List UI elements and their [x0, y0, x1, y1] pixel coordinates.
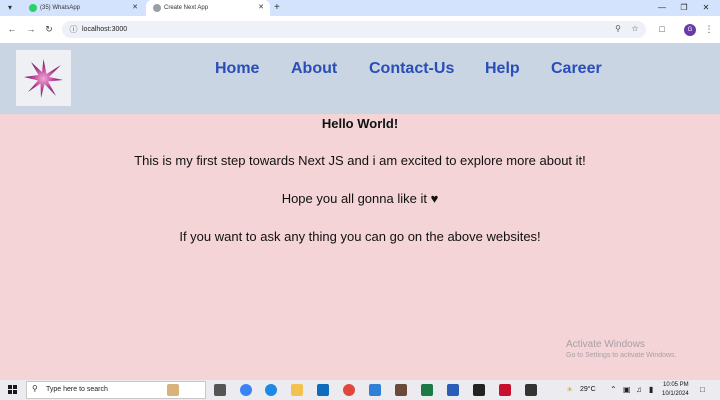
nav-contact-us[interactable]: Contact-Us: [369, 60, 454, 78]
hope-text-label: Hope you all gonna like it: [281, 191, 427, 206]
more-menu-icon[interactable]: ⋮: [703, 23, 715, 35]
globe-favicon-icon: [153, 4, 161, 12]
nav-home[interactable]: Home: [215, 60, 259, 78]
watermark-title: Activate Windows: [566, 339, 645, 350]
nav-help[interactable]: Help: [485, 60, 520, 78]
vscode-icon[interactable]: [369, 384, 381, 396]
star-logo-icon: [24, 59, 63, 98]
nav-career[interactable]: Career: [551, 60, 602, 78]
url-input[interactable]: ⓘ localhost:3000 ⚲ ☆: [62, 21, 646, 38]
task-view-icon[interactable]: [214, 384, 226, 396]
taskbar-search-input[interactable]: ⚲ Type here to search: [26, 381, 206, 399]
profile-avatar[interactable]: G: [684, 24, 696, 36]
url-text: localhost:3000: [82, 26, 128, 33]
page-content: Hello World! This is my first step towar…: [0, 114, 720, 380]
minimize-icon[interactable]: —: [655, 0, 669, 16]
zoom-icon[interactable]: ⚲: [612, 23, 624, 35]
chrome-icon[interactable]: [343, 384, 355, 396]
clock-time[interactable]: 10:05 PM: [663, 382, 689, 388]
hope-text: Hope you all gonna like it ♥: [0, 191, 720, 206]
edge-icon[interactable]: [265, 384, 277, 396]
app-icon[interactable]: [525, 384, 537, 396]
weather-temp[interactable]: 29°C: [580, 386, 596, 393]
excel-icon[interactable]: [421, 384, 433, 396]
page-heading: Hello World!: [321, 116, 399, 131]
activate-windows-watermark: Activate Windows Go to Settings to activ…: [566, 339, 677, 359]
intro-text: This is my first step towards Next JS an…: [134, 153, 586, 168]
whatsapp-favicon-icon: [29, 4, 37, 12]
restore-icon[interactable]: ❐: [677, 0, 691, 16]
tab-strip: ▾ (35) WhatsApp ✕ Create Next App ✕ + — …: [0, 0, 720, 16]
extensions-icon[interactable]: □: [656, 23, 668, 35]
windows-start-icon[interactable]: [8, 385, 18, 395]
app-icon[interactable]: [395, 384, 407, 396]
mail-icon[interactable]: [317, 384, 329, 396]
tab-create-next-app[interactable]: Create Next App ✕: [146, 0, 270, 16]
clock-date[interactable]: 10/1/2024: [662, 391, 689, 397]
websites-text: If you want to ask any thing you can go …: [179, 229, 541, 244]
reload-icon[interactable]: ↻: [43, 23, 55, 35]
back-icon[interactable]: ←: [6, 23, 18, 35]
search-icon: ⚲: [32, 384, 38, 393]
copilot-icon[interactable]: [240, 384, 252, 396]
address-bar: ← → ↻ ⓘ localhost:3000 ⚲ ☆ □ G ⋮: [0, 16, 720, 43]
site-header: Home About Contact-Us Help Career: [0, 43, 720, 114]
network-icon[interactable]: ▣: [623, 385, 631, 394]
close-window-icon[interactable]: ✕: [699, 0, 713, 16]
file-explorer-icon[interactable]: [291, 384, 303, 396]
search-placeholder: Type here to search: [46, 386, 108, 393]
site-logo[interactable]: [16, 50, 71, 106]
tray-chevron-icon[interactable]: ⌃: [610, 385, 617, 394]
bookmark-star-icon[interactable]: ☆: [629, 23, 641, 35]
watermark-subtitle: Go to Settings to activate Windows.: [566, 352, 677, 359]
site-info-icon[interactable]: ⓘ: [68, 24, 79, 35]
tab-whatsapp[interactable]: (35) WhatsApp ✕: [22, 0, 144, 16]
notifications-icon[interactable]: □: [700, 385, 705, 394]
search-highlight-icon[interactable]: [167, 384, 179, 396]
acrobat-icon[interactable]: [499, 384, 511, 396]
volume-icon[interactable]: ♫: [636, 385, 642, 394]
tab-title: (35) WhatsApp: [40, 5, 81, 11]
word-icon[interactable]: [447, 384, 459, 396]
weather-icon[interactable]: ☀: [566, 385, 573, 394]
forward-icon[interactable]: →: [25, 23, 37, 35]
terminal-icon[interactable]: [473, 384, 485, 396]
taskbar: ⚲ Type here to search ☀ 29°C ⌃ ▣ ♫ ▮ 10:…: [0, 380, 720, 400]
tab-search-chevron-icon[interactable]: ▾: [4, 2, 16, 14]
heart-icon: ♥: [430, 191, 439, 206]
nav-about[interactable]: About: [291, 60, 337, 78]
battery-icon[interactable]: ▮: [649, 385, 653, 394]
tab-title: Create Next App: [164, 5, 209, 11]
close-tab-icon[interactable]: ✕: [258, 0, 264, 16]
new-tab-button[interactable]: +: [274, 0, 280, 16]
close-tab-icon[interactable]: ✕: [132, 0, 138, 16]
